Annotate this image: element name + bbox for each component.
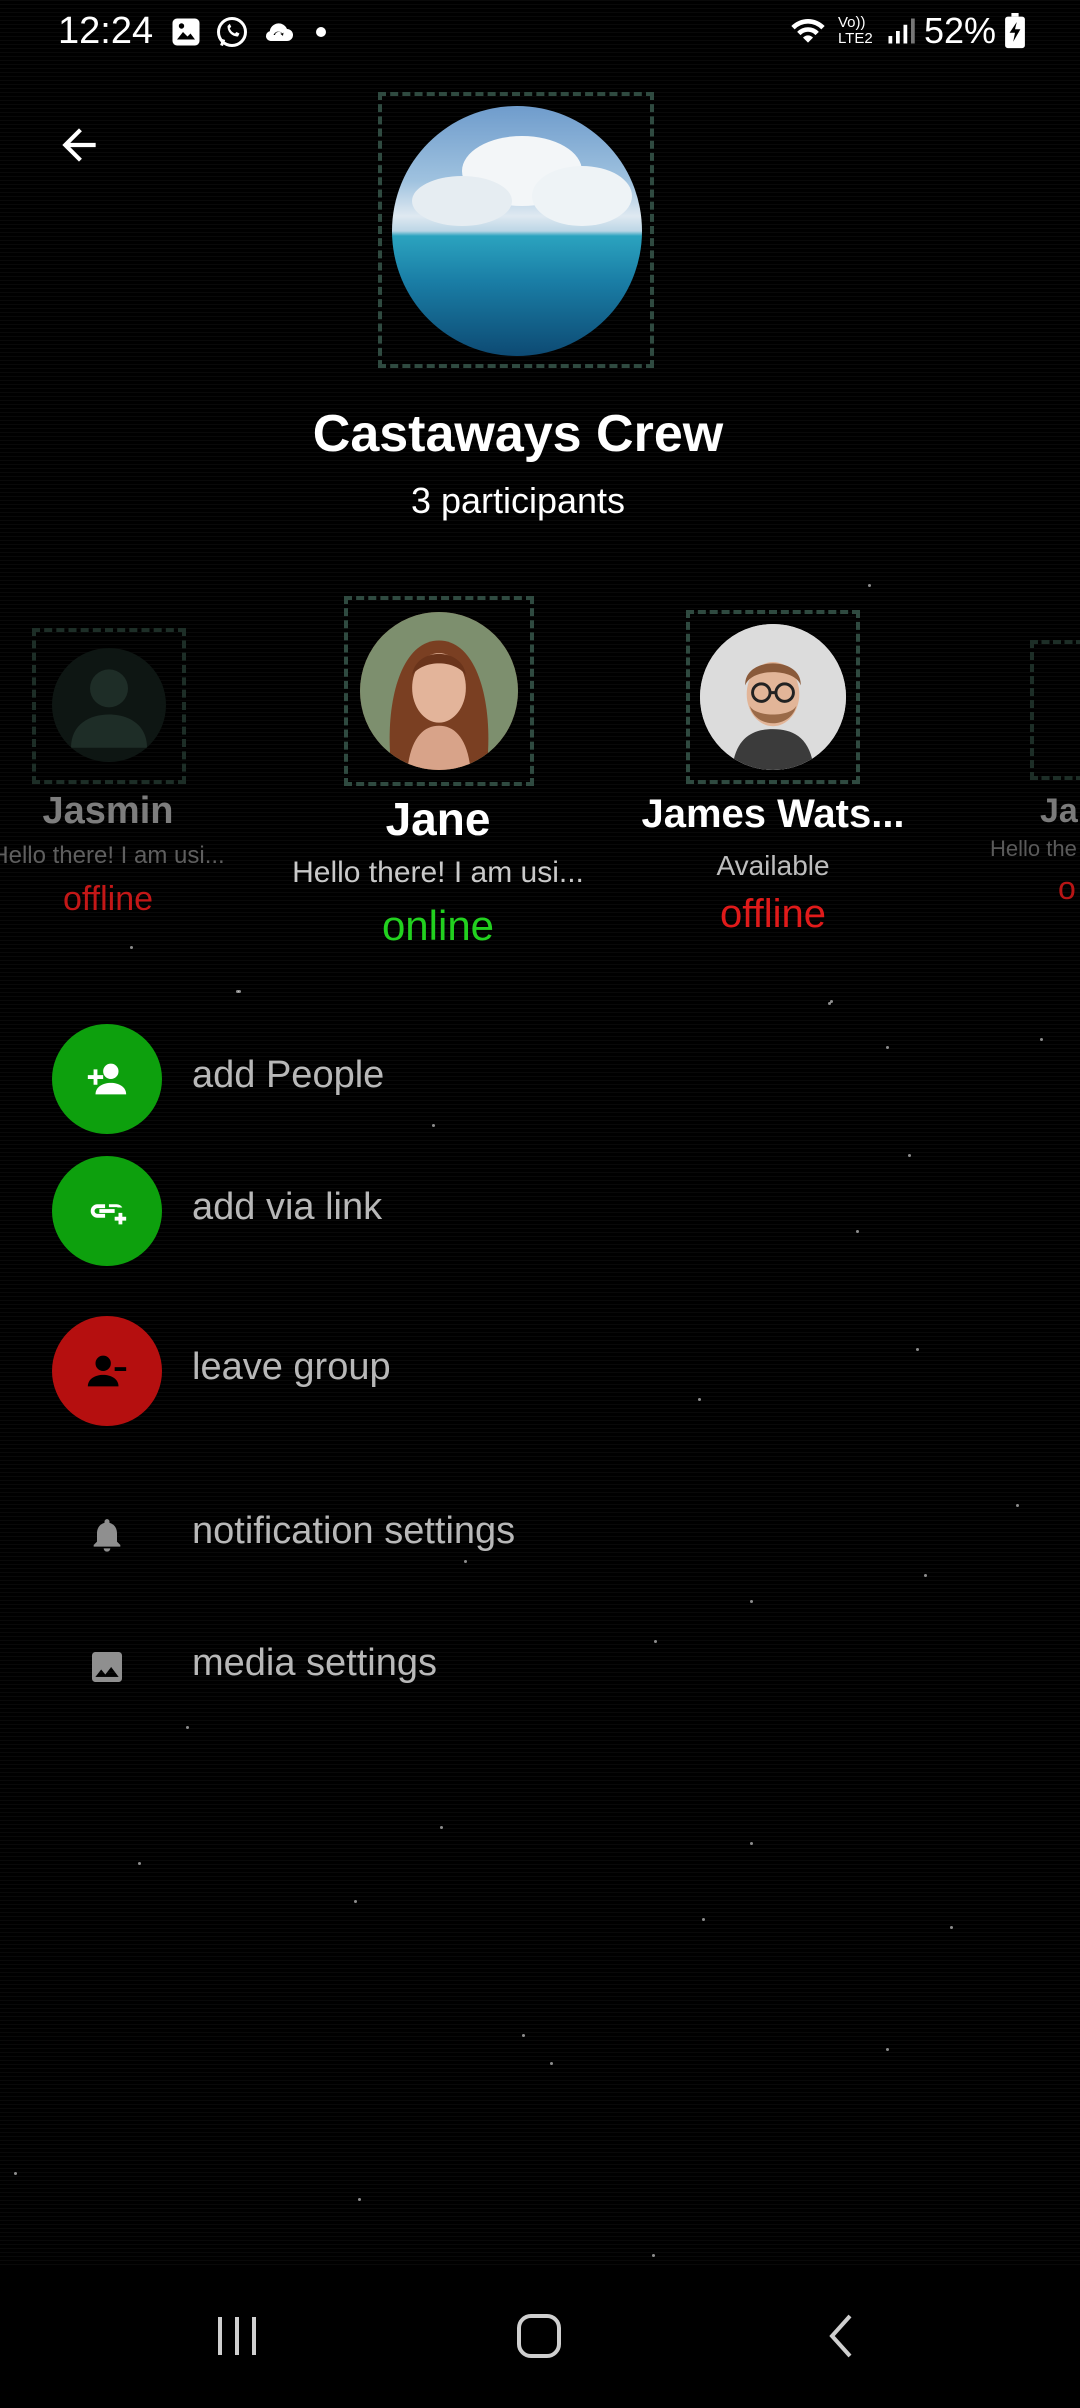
participant-state: offline [719, 892, 826, 936]
add-people-button[interactable]: add People [52, 1024, 952, 1134]
participant-status: Hello the [990, 836, 1077, 861]
system-back-button[interactable] [802, 2306, 882, 2366]
participant-status: Available [716, 850, 830, 881]
whatsapp-icon [214, 14, 250, 50]
media-settings-label: media settings [192, 1642, 438, 1684]
battery-icon [1004, 13, 1026, 49]
image-icon [92, 1652, 122, 1682]
group-name: Castaways Crew [312, 405, 724, 463]
dot-icon [316, 27, 326, 37]
participant-avatar-frame [1030, 640, 1080, 780]
bell-icon [93, 1519, 121, 1552]
status-system-icons: Vo)) LTE2 52% [786, 10, 1026, 52]
status-bar: 12:24 Vo)) LTE2 52% [0, 0, 1080, 64]
participant-name: Jasmin [42, 790, 174, 832]
home-button[interactable] [499, 2306, 579, 2366]
navigation-bar [0, 2266, 1080, 2408]
person-add-icon [87, 1063, 127, 1095]
status-time: 12:24 [58, 10, 154, 52]
notification-settings-button[interactable]: notification settings [52, 1480, 952, 1590]
recents-button[interactable] [197, 2306, 277, 2366]
recents-icon [218, 2317, 256, 2355]
participant-status: Hello there! I am usi... [292, 856, 584, 889]
back-icon [829, 2314, 852, 2358]
person-remove-icon [87, 1355, 127, 1387]
link-add-icon [90, 1204, 127, 1225]
participant-name: James Wats... [641, 792, 905, 836]
signal-icon [886, 14, 916, 48]
participant-status: Hello there! I am usi... [0, 842, 225, 869]
participant-state: online [381, 902, 495, 949]
participant-state: o [1058, 870, 1076, 906]
add-via-link-icon-circle [52, 1156, 162, 1266]
status-notification-icons [168, 14, 326, 50]
add-people-label: add People [192, 1054, 385, 1096]
participant-name: Jane [385, 793, 491, 845]
notification-settings-label: notification settings [192, 1510, 516, 1552]
cloud-sync-icon [260, 14, 296, 50]
add-people-icon-circle [52, 1024, 162, 1134]
add-via-link-button[interactable]: add via link [52, 1156, 952, 1266]
participant-name: Ja [1040, 792, 1078, 830]
leave-group-icon-circle [52, 1316, 162, 1426]
participants-count: 3 participants [410, 480, 626, 521]
avatar [52, 648, 166, 762]
media-settings-button[interactable]: media settings [52, 1612, 952, 1722]
wifi-icon [786, 11, 830, 51]
avatar [360, 612, 518, 770]
volte-icon: Vo)) LTE2 [837, 14, 873, 47]
add-via-link-label: add via link [192, 1186, 383, 1228]
back-button[interactable] [44, 110, 114, 180]
leave-group-label: leave group [192, 1346, 391, 1388]
home-icon [517, 2314, 561, 2358]
avatar [700, 624, 846, 770]
battery-percent: 52% [923, 10, 996, 51]
leave-group-button[interactable]: leave group [52, 1316, 952, 1426]
arrow-left-icon [62, 128, 96, 162]
group-avatar[interactable] [392, 106, 642, 356]
gallery-icon [168, 14, 204, 50]
participant-state: offline [62, 880, 154, 918]
